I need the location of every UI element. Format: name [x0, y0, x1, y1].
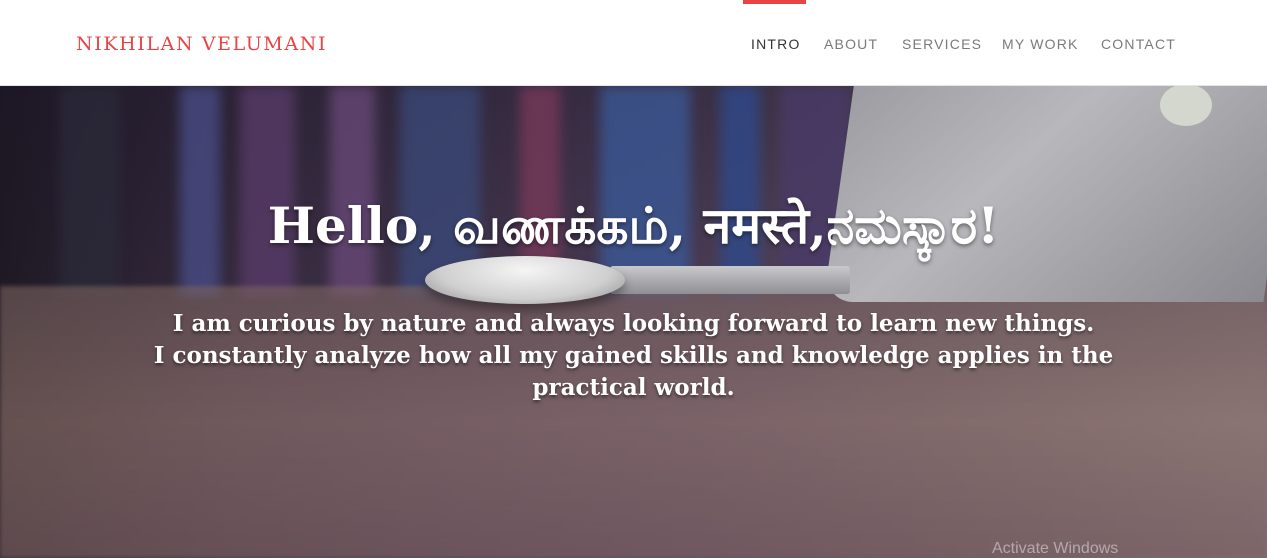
hero-content: Hello, வணக்கம், नमस्ते,ನಮಸ್ಕಾರ! I am cur… [0, 86, 1267, 558]
active-nav-indicator [743, 0, 806, 4]
nav-item-my-work[interactable]: MY WORK [1002, 36, 1079, 52]
main-nav: INTRO ABOUT SERVICES MY WORK CONTACT [0, 0, 1267, 86]
hero-title: Hello, வணக்கம், नमस्ते,ನಮಸ್ಕಾರ! [267, 196, 1000, 255]
nav-item-intro[interactable]: INTRO [751, 36, 801, 52]
hero-subtitle-line: I constantly analyze how all my gained s… [153, 342, 1114, 369]
nav-item-about[interactable]: ABOUT [824, 36, 878, 52]
navbar: NIKHILAN VELUMANI INTRO ABOUT SERVICES M… [0, 0, 1267, 86]
hero-subtitle-line: practical world. [532, 374, 735, 401]
hero-section: Hello, வணக்கம், नमस्ते,ನಮಸ್ಕಾರ! I am cur… [0, 86, 1267, 558]
activate-windows-watermark: Activate Windows [992, 540, 1119, 557]
hero-subtitle: I am curious by nature and always lookin… [100, 308, 1167, 404]
hero-subtitle-line: I am curious by nature and always lookin… [172, 310, 1095, 337]
nav-item-services[interactable]: SERVICES [902, 36, 982, 52]
page: NIKHILAN VELUMANI INTRO ABOUT SERVICES M… [0, 0, 1267, 558]
nav-item-contact[interactable]: CONTACT [1101, 36, 1176, 52]
